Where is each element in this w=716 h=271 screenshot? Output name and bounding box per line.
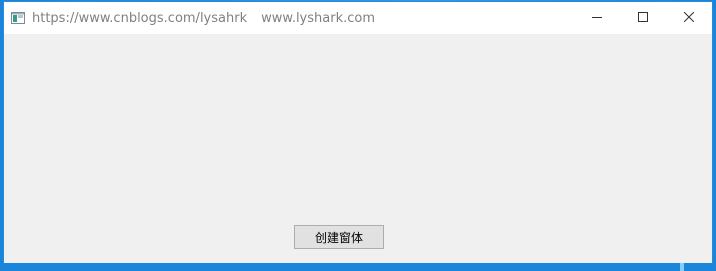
title-bar[interactable]: https://www.cnblogs.com/lysahrk www.lysha… [4,2,712,34]
window-title-site: www.lyshark.com [261,10,375,26]
window-title: https://www.cnblogs.com/lysahrk www.lysha… [32,11,375,26]
minimize-icon [592,9,602,27]
window-controls [574,2,712,34]
main-window: https://www.cnblogs.com/lysahrk www.lysha… [4,2,712,263]
close-button[interactable] [666,2,712,34]
minimize-button[interactable] [574,2,620,34]
create-window-button[interactable]: 创建窗体 [294,225,384,249]
close-icon [683,9,695,27]
app-icon [10,10,26,26]
client-area: 创建窗体 [4,34,712,263]
window-title-url: https://www.cnblogs.com/lysahrk [32,10,248,26]
taskbar-edge [0,263,716,271]
maximize-button[interactable] [620,2,666,34]
maximize-icon [638,9,648,27]
taskbar-highlight [680,263,684,271]
